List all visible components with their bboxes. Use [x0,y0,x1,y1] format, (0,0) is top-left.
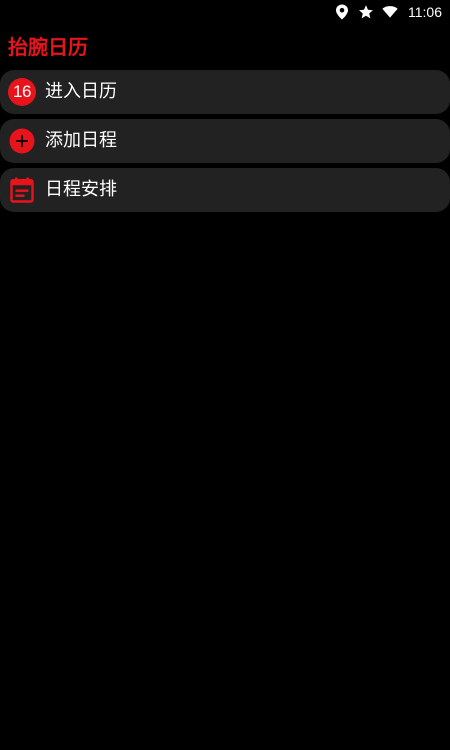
menu-item-label: 添加日程 [45,130,117,151]
calendar-day-badge-icon: 16 [8,78,36,106]
status-time: 11:06 [408,4,442,20]
menu-item-add-schedule[interactable]: 添加日程 [0,119,450,163]
status-bar: 11:06 [0,0,450,24]
add-circle-icon [8,127,36,155]
menu-item-label: 进入日历 [45,81,117,102]
menu-item-enter-calendar[interactable]: 16 进入日历 [0,70,450,114]
menu-list: 16 进入日历 添加日程 日程安排 [0,70,450,217]
calendar-event-icon [8,176,36,204]
day-badge: 16 [8,78,36,106]
menu-item-label: 日程安排 [45,179,117,200]
location-icon [334,4,350,20]
star-icon [358,4,374,20]
menu-item-schedule-list[interactable]: 日程安排 [0,168,450,212]
wifi-icon [382,4,398,20]
app-title: 抬腕日历 [8,35,88,59]
